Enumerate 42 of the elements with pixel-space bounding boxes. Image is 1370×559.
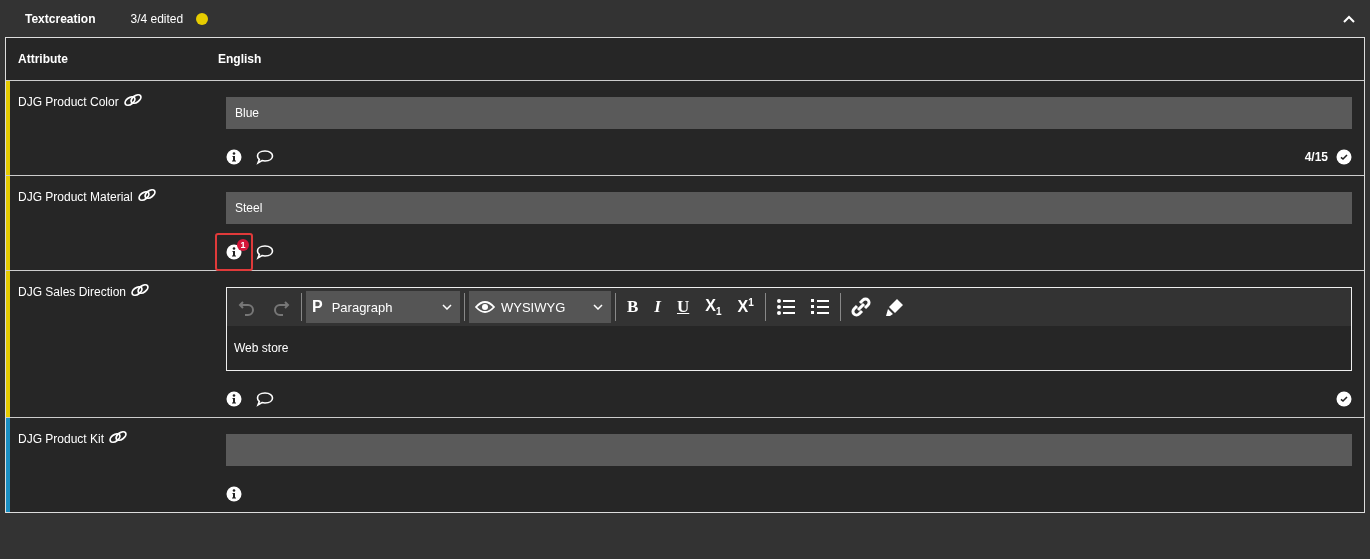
caret-icon: [593, 304, 603, 310]
numbered-list-icon[interactable]: [809, 298, 830, 316]
comment-icon[interactable]: [256, 391, 274, 407]
view-mode-dropdown[interactable]: WYSIWYG: [469, 291, 611, 323]
bold-button[interactable]: B: [620, 291, 646, 323]
format-dropdown[interactable]: P Paragraph: [306, 291, 460, 323]
column-header: English: [218, 52, 262, 66]
attribute-name: DJG Product Kit: [18, 432, 105, 446]
bullet-list-icon[interactable]: [775, 298, 796, 316]
info-icon[interactable]: [226, 391, 242, 407]
italic-button[interactable]: I: [647, 291, 668, 323]
collapse-button[interactable]: [1343, 14, 1355, 23]
notification-badge: 1: [237, 239, 249, 251]
link-icon[interactable]: [108, 430, 129, 444]
character-counter: 4/15: [1304, 150, 1328, 164]
info-icon[interactable]: [226, 149, 242, 165]
caret-icon: [442, 304, 452, 310]
link-icon[interactable]: [122, 93, 143, 107]
rich-text-editor[interactable]: P Paragraph WYSIWYG B I U X$_{1}$ X$^{1}$ Web store: [226, 287, 1352, 371]
link-icon[interactable]: [130, 283, 151, 297]
info-icon[interactable]: [226, 244, 242, 260]
highlighter-icon[interactable]: [884, 297, 905, 317]
text-field[interactable]: Blue: [226, 97, 1352, 129]
status-dot: [196, 12, 209, 25]
attribute-name: DJG Product Material: [18, 190, 133, 204]
text-field[interactable]: Steel: [226, 192, 1352, 224]
underline-button[interactable]: U: [669, 291, 697, 323]
subscript-button[interactable]: X$_{1}$: [698, 291, 729, 323]
link-icon[interactable]: [136, 188, 157, 202]
eye-icon: [475, 300, 495, 314]
section-title: Textcreation: [25, 11, 96, 26]
comment-icon[interactable]: [256, 244, 274, 260]
link-icon[interactable]: [850, 297, 871, 317]
column-header: Attribute: [17, 52, 69, 66]
attribute-name: DJG Sales Direction: [18, 285, 127, 299]
text-field[interactable]: [226, 434, 1352, 466]
attribute-name: DJG Product Color: [18, 95, 119, 109]
superscript-button[interactable]: X$^{1}$: [730, 291, 761, 323]
comment-icon[interactable]: [256, 149, 274, 165]
edit-status: 3/4 edited: [130, 11, 184, 26]
editor-text: Web store: [233, 340, 290, 357]
info-icon[interactable]: [226, 486, 242, 502]
